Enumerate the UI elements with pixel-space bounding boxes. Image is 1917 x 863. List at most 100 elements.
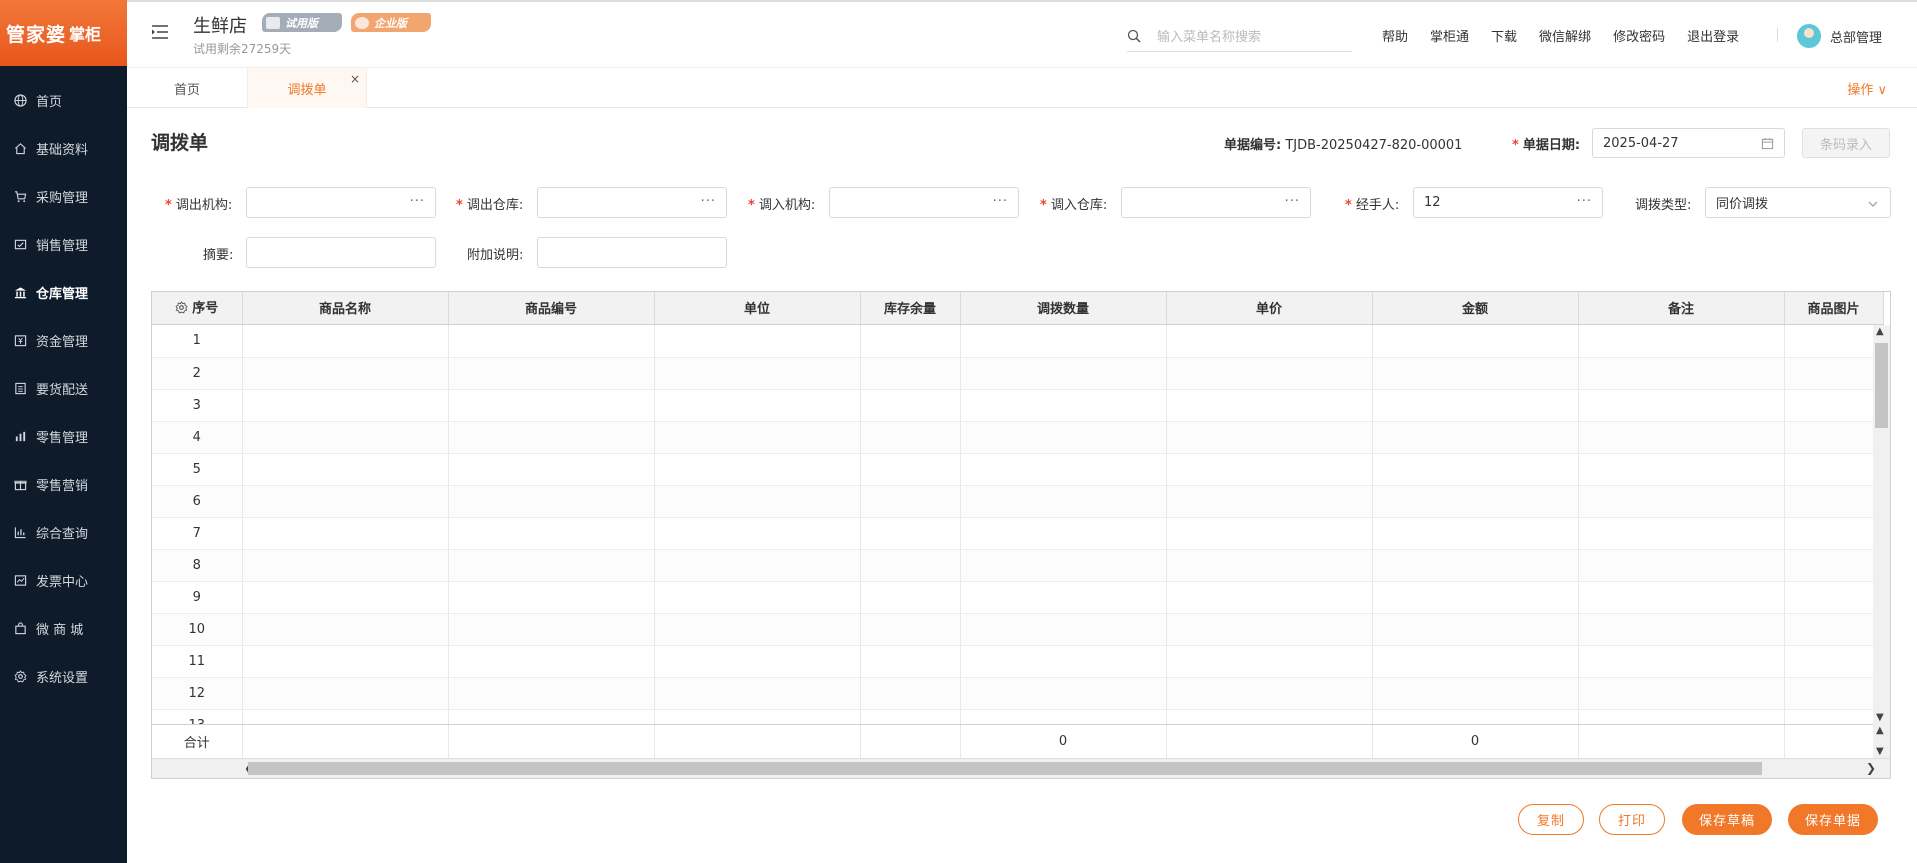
- table-row[interactable]: 3: [152, 389, 1883, 422]
- grid-cell[interactable]: [960, 677, 1167, 710]
- grid-cell[interactable]: [1784, 677, 1883, 710]
- grid-cell[interactable]: [1166, 421, 1373, 454]
- grid-cell[interactable]: [960, 421, 1167, 454]
- table-row[interactable]: 4: [152, 421, 1883, 454]
- grid-cell[interactable]: [654, 357, 861, 390]
- grid-cell[interactable]: [1578, 677, 1785, 710]
- grid-cell[interactable]: [242, 549, 449, 582]
- save-draft-button[interactable]: 保存草稿: [1682, 804, 1772, 835]
- sidebar-item-invoice[interactable]: 发票中心: [0, 556, 127, 604]
- grid-cell[interactable]: [1372, 581, 1579, 614]
- wechat-unbind-link[interactable]: 微信解绑: [1539, 26, 1591, 45]
- grid-cell[interactable]: [1166, 453, 1373, 486]
- grid-cell[interactable]: [654, 421, 861, 454]
- col-remark[interactable]: 备注: [1578, 292, 1785, 325]
- table-row[interactable]: 12: [152, 677, 1883, 710]
- grid-cell[interactable]: [1578, 389, 1785, 422]
- grid-cell[interactable]: [242, 453, 449, 486]
- scroll-thumb[interactable]: [248, 762, 1762, 775]
- grid-cell[interactable]: [654, 709, 861, 724]
- search-icon[interactable]: [1127, 29, 1141, 47]
- col-index[interactable]: 序号: [152, 292, 243, 325]
- sidebar-item-mall[interactable]: 微 商 城: [0, 604, 127, 652]
- close-icon[interactable]: ×: [350, 72, 360, 86]
- grid-cell[interactable]: [1372, 357, 1579, 390]
- grid-cell[interactable]: [448, 645, 655, 678]
- scroll-down-icon[interactable]: ▼: [1876, 712, 1884, 723]
- grid-cell[interactable]: [654, 453, 861, 486]
- grid-cell[interactable]: [1166, 613, 1373, 646]
- grid-cell[interactable]: [1784, 613, 1883, 646]
- scroll-up-icon[interactable]: ▲: [1876, 725, 1884, 736]
- grid-cell[interactable]: [448, 325, 655, 358]
- scroll-thumb[interactable]: [1875, 343, 1888, 428]
- summary-input[interactable]: [246, 237, 436, 268]
- grid-cell[interactable]: [242, 357, 449, 390]
- zhanggui-link[interactable]: 掌柜通: [1430, 26, 1469, 45]
- save-order-button[interactable]: 保存单据: [1788, 804, 1878, 835]
- grid-cell[interactable]: [242, 485, 449, 518]
- in-warehouse-field[interactable]: ···: [1121, 187, 1311, 218]
- tab-transfer-order[interactable]: 调拨单 ×: [247, 68, 367, 108]
- grid-cell[interactable]: [448, 421, 655, 454]
- sidebar-item-sales[interactable]: 销售管理: [0, 220, 127, 268]
- grid-cell[interactable]: [960, 613, 1167, 646]
- grid-cell[interactable]: [1784, 389, 1883, 422]
- grid-cell[interactable]: [960, 645, 1167, 678]
- grid-cell[interactable]: [242, 389, 449, 422]
- grid-cell[interactable]: [860, 677, 961, 710]
- table-row[interactable]: 7: [152, 517, 1883, 550]
- grid-cell[interactable]: [242, 645, 449, 678]
- grid-cell[interactable]: [242, 613, 449, 646]
- sidebar-item-settings[interactable]: 系统设置: [0, 652, 127, 700]
- grid-cell[interactable]: [860, 581, 961, 614]
- grid-cell[interactable]: [448, 549, 655, 582]
- grid-cell[interactable]: [1784, 549, 1883, 582]
- grid-horizontal-scrollbar[interactable]: ❮ ❯: [152, 758, 1890, 778]
- col-stock[interactable]: 库存余量: [860, 292, 961, 325]
- menu-toggle-icon[interactable]: [151, 24, 171, 42]
- grid-cell[interactable]: [1784, 581, 1883, 614]
- scroll-down-icon[interactable]: ▼: [1876, 746, 1884, 757]
- col-unit[interactable]: 单位: [654, 292, 861, 325]
- handler-field[interactable]: 12 ···: [1413, 187, 1603, 218]
- grid-cell[interactable]: [860, 645, 961, 678]
- grid-cell[interactable]: [1578, 709, 1785, 724]
- grid-cell[interactable]: [960, 549, 1167, 582]
- copy-button[interactable]: 复制: [1518, 804, 1584, 835]
- barcode-entry-button[interactable]: 条码录入: [1802, 128, 1890, 158]
- table-row[interactable]: 1: [152, 325, 1883, 358]
- grid-cell[interactable]: [1166, 709, 1373, 724]
- grid-cell[interactable]: [1166, 389, 1373, 422]
- change-password-link[interactable]: 修改密码: [1613, 26, 1665, 45]
- help-link[interactable]: 帮助: [1382, 26, 1408, 45]
- grid-cell[interactable]: [448, 581, 655, 614]
- grid-cell[interactable]: [654, 549, 861, 582]
- grid-cell[interactable]: [654, 581, 861, 614]
- grid-cell[interactable]: [860, 613, 961, 646]
- grid-cell[interactable]: [1372, 389, 1579, 422]
- grid-cell[interactable]: [1784, 645, 1883, 678]
- more-icon[interactable]: ···: [993, 194, 1008, 209]
- grid-cell[interactable]: [960, 709, 1167, 724]
- grid-cell[interactable]: [960, 581, 1167, 614]
- sidebar-item-marketing[interactable]: 零售营销: [0, 460, 127, 508]
- grid-cell[interactable]: [1784, 357, 1883, 390]
- col-unit-price[interactable]: 单价: [1166, 292, 1373, 325]
- col-image[interactable]: 商品图片: [1784, 292, 1884, 325]
- grid-cell[interactable]: [1578, 421, 1785, 454]
- grid-cell[interactable]: [1784, 453, 1883, 486]
- grid-cell[interactable]: [1578, 549, 1785, 582]
- grid-cell[interactable]: [242, 421, 449, 454]
- grid-cell[interactable]: [1166, 357, 1373, 390]
- grid-cell[interactable]: [960, 453, 1167, 486]
- grid-cell[interactable]: [1166, 677, 1373, 710]
- col-product-code[interactable]: 商品编号: [448, 292, 655, 325]
- grid-cell[interactable]: [1372, 453, 1579, 486]
- in-org-field[interactable]: ···: [829, 187, 1019, 218]
- grid-cell[interactable]: [860, 453, 961, 486]
- sidebar-item-purchase[interactable]: 采购管理: [0, 172, 127, 220]
- grid-cell[interactable]: [960, 517, 1167, 550]
- grid-cell[interactable]: [1372, 613, 1579, 646]
- download-link[interactable]: 下载: [1491, 26, 1517, 45]
